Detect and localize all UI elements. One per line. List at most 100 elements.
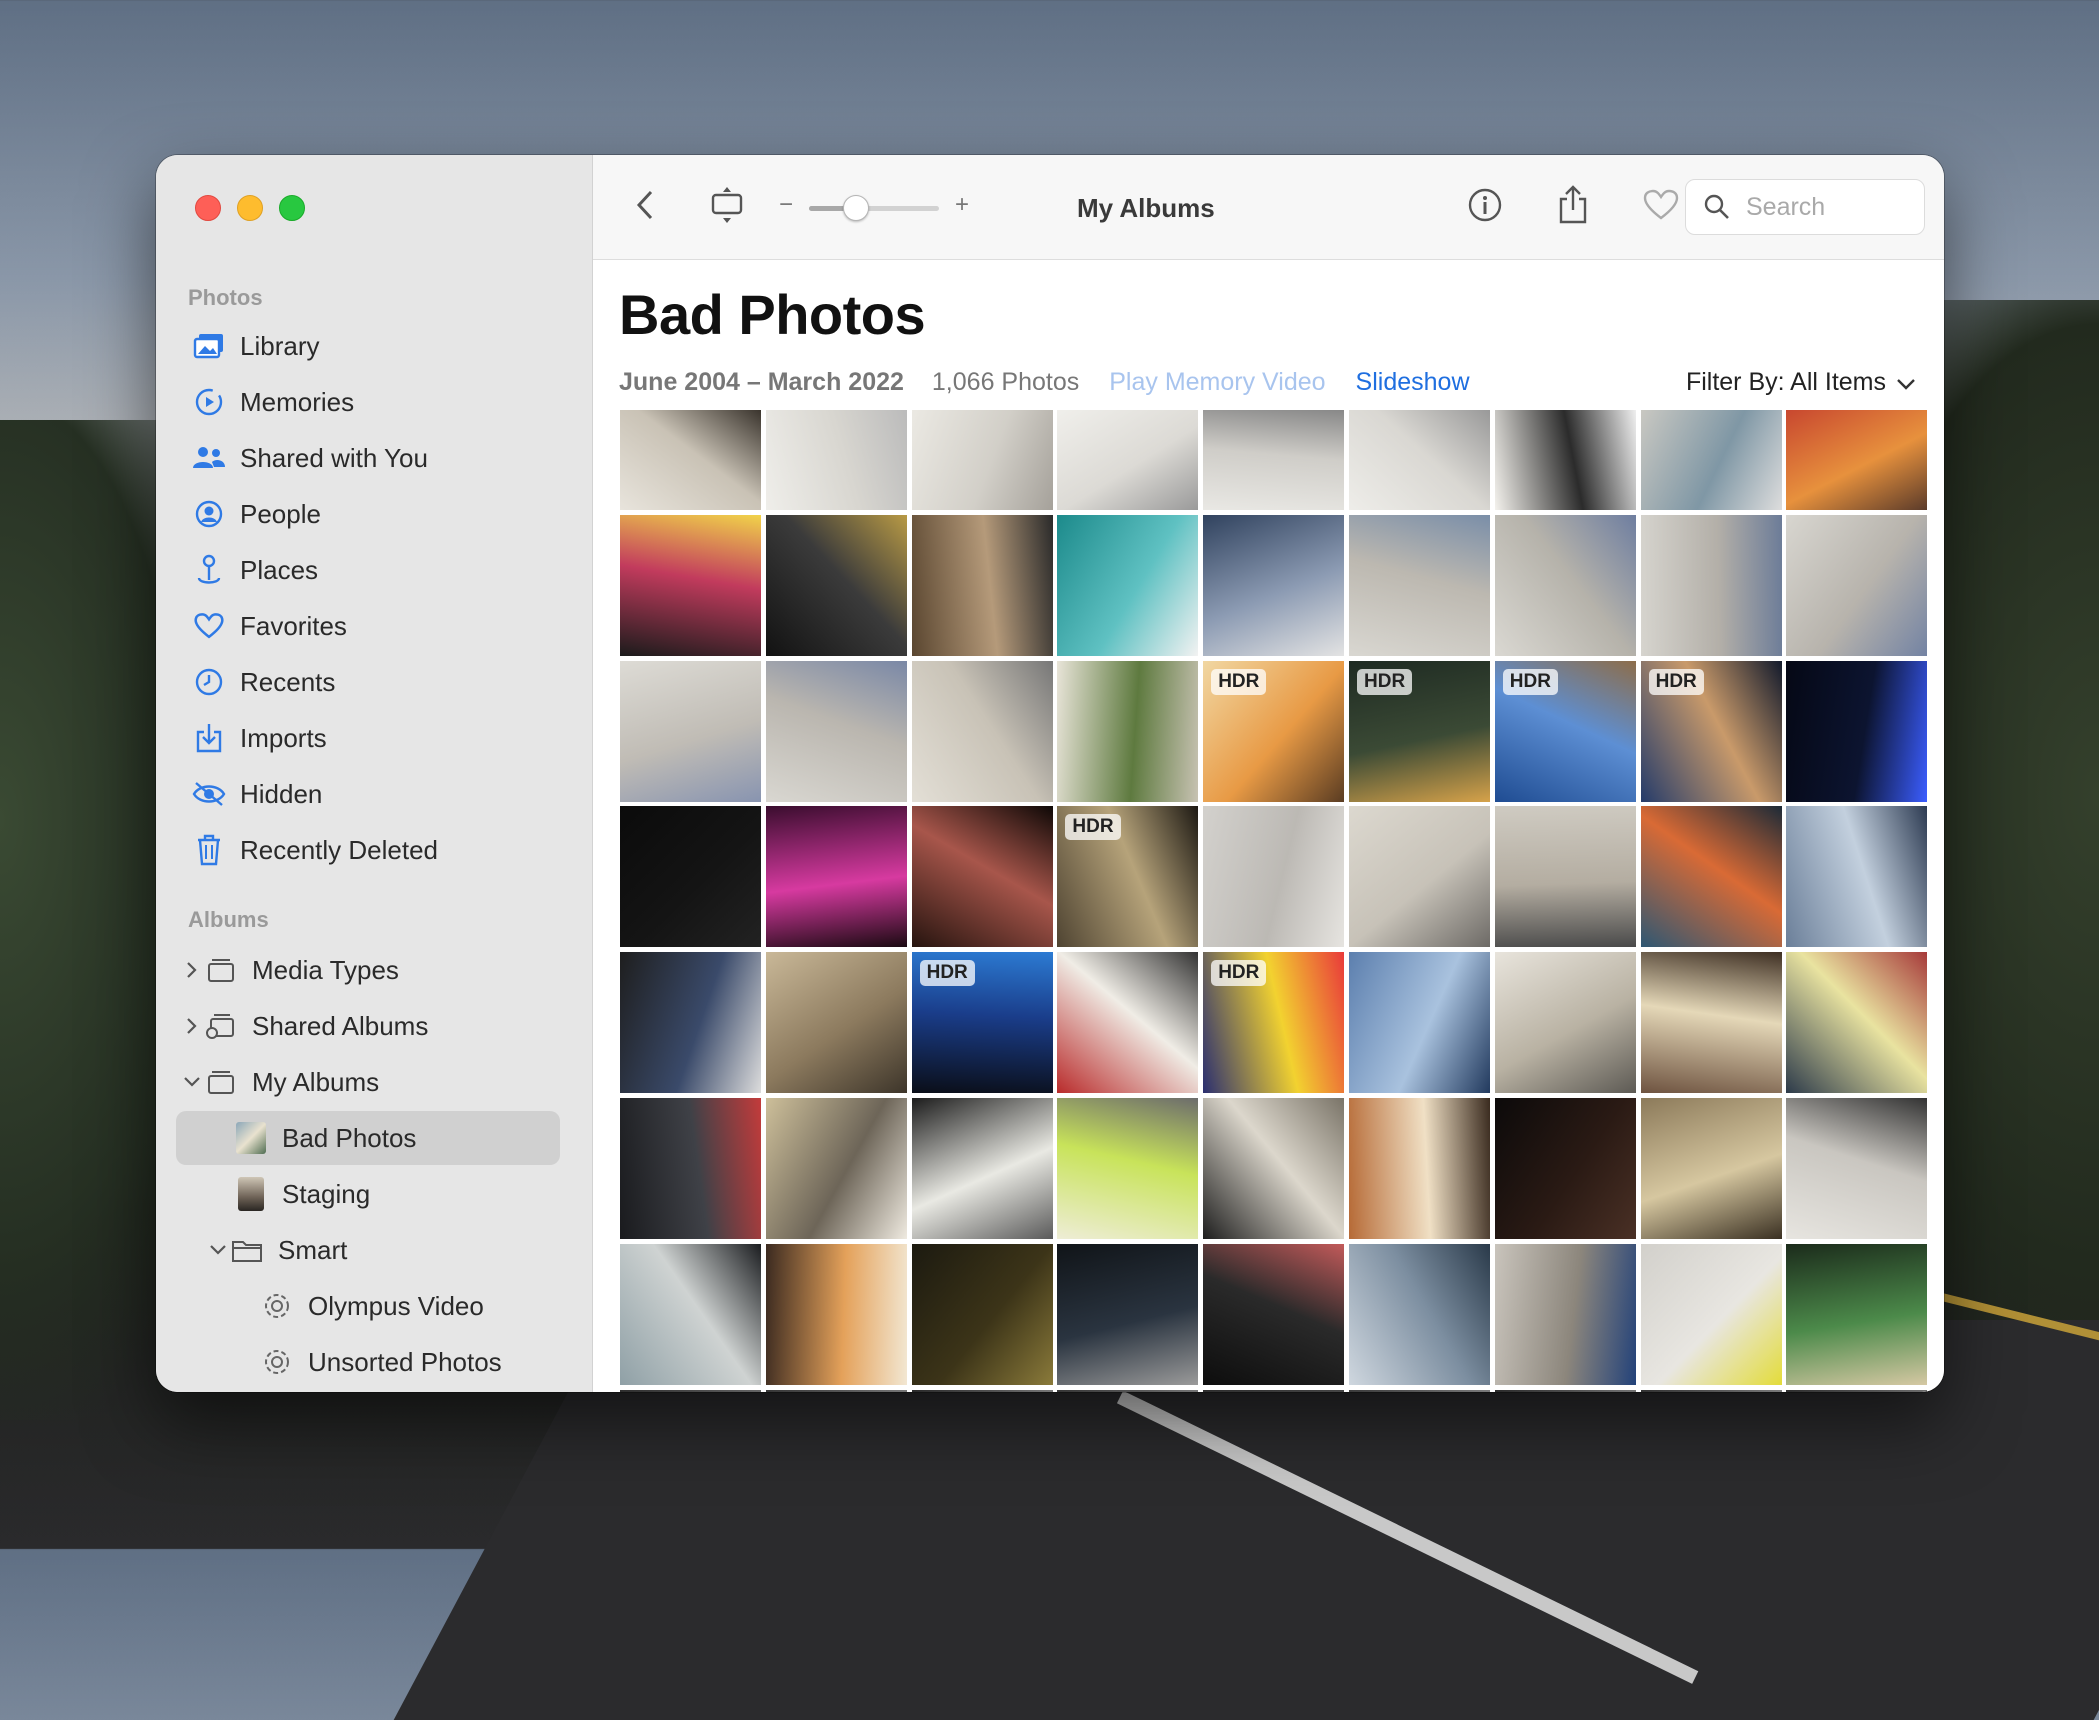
photo-thumbnail[interactable] — [1786, 1098, 1928, 1239]
sidebar-item-memories[interactable]: Memories — [176, 375, 560, 429]
photo-thumbnail[interactable] — [1349, 410, 1490, 510]
sidebar-item-media-types[interactable]: Media Types — [176, 943, 560, 997]
photo-thumbnail[interactable] — [1203, 1389, 1345, 1392]
chevron-down-icon[interactable] — [182, 1076, 202, 1088]
photo-thumbnail[interactable] — [620, 514, 761, 656]
photo-thumbnail[interactable] — [620, 806, 761, 948]
photo-thumbnail[interactable] — [1057, 1389, 1199, 1392]
back-button[interactable] — [623, 185, 667, 229]
sidebar-item-my-albums[interactable]: My Albums — [176, 1055, 560, 1109]
photo-thumbnail[interactable] — [1640, 1243, 1782, 1385]
photo-thumbnail[interactable]: HDR — [1494, 660, 1636, 802]
photo-thumbnail[interactable] — [911, 410, 1053, 510]
photo-thumbnail[interactable] — [1203, 514, 1345, 656]
photo-thumbnail[interactable]: HDR — [911, 952, 1053, 1094]
photo-thumbnail[interactable] — [765, 1389, 907, 1392]
photo-thumbnail[interactable] — [1640, 410, 1782, 510]
photo-thumbnail[interactable] — [1494, 1243, 1636, 1385]
photo-thumbnail[interactable] — [765, 806, 907, 948]
sidebar-item-favorites[interactable]: Favorites — [176, 599, 560, 653]
photo-thumbnail[interactable] — [620, 660, 761, 802]
photo-thumbnail[interactable] — [765, 1243, 907, 1385]
photo-thumbnail[interactable] — [1494, 806, 1636, 948]
sidebar-item-recently-deleted[interactable]: Recently Deleted — [176, 823, 560, 877]
photo-thumbnail[interactable] — [765, 410, 907, 510]
fit-view-button[interactable] — [705, 185, 749, 229]
info-button[interactable] — [1463, 185, 1507, 229]
sidebar-item-unsorted-photos[interactable]: Unsorted Photos — [176, 1335, 560, 1389]
photo-thumbnail[interactable]: HDR — [1203, 952, 1345, 1094]
photo-thumbnail[interactable] — [620, 952, 761, 1094]
sidebar-item-bad-photos[interactable]: Bad Photos — [176, 1111, 560, 1165]
photo-thumbnail[interactable] — [1786, 410, 1928, 510]
photo-thumbnail[interactable] — [1494, 410, 1636, 510]
share-button[interactable] — [1551, 184, 1595, 229]
photo-thumbnail[interactable] — [1640, 806, 1782, 948]
chevron-down-icon[interactable] — [208, 1244, 228, 1256]
fullscreen-window-button[interactable] — [279, 195, 305, 221]
zoom-slider-knob[interactable] — [842, 195, 869, 221]
photo-thumbnail[interactable] — [1786, 660, 1928, 802]
photo-thumbnail[interactable]: HDR — [1349, 660, 1490, 802]
photo-thumbnail[interactable] — [1786, 806, 1928, 948]
photo-thumbnail[interactable] — [1203, 1098, 1345, 1239]
photo-thumbnail[interactable] — [1640, 1098, 1782, 1239]
photo-thumbnail[interactable] — [1640, 514, 1782, 656]
photo-thumbnail[interactable] — [620, 1243, 761, 1385]
photo-thumbnail[interactable] — [1057, 1098, 1199, 1239]
photo-thumbnail[interactable] — [1203, 806, 1345, 948]
photo-thumbnail[interactable] — [1057, 410, 1199, 510]
photo-thumbnail[interactable] — [911, 660, 1053, 802]
photo-thumbnail[interactable] — [765, 660, 907, 802]
photo-thumbnail[interactable] — [1640, 952, 1782, 1094]
photo-thumbnail[interactable] — [911, 1389, 1053, 1392]
photo-thumbnail[interactable] — [1494, 952, 1636, 1094]
photo-thumbnail[interactable] — [1057, 514, 1199, 656]
photo-thumbnail[interactable] — [1494, 1389, 1636, 1392]
photo-thumbnail[interactable] — [620, 1389, 761, 1392]
photo-thumbnail[interactable] — [620, 410, 761, 510]
photo-thumbnail[interactable] — [1640, 1389, 1782, 1392]
photo-thumbnail[interactable] — [1786, 1243, 1928, 1385]
photo-thumbnail[interactable] — [1057, 952, 1199, 1094]
photo-thumbnail[interactable] — [1349, 1243, 1490, 1385]
sidebar-item-people[interactable]: People — [176, 487, 560, 541]
chevron-right-icon[interactable] — [182, 961, 202, 979]
play-memory-video-button[interactable]: Play Memory Video — [1109, 368, 1325, 397]
photo-thumbnail[interactable] — [911, 1098, 1053, 1239]
chevron-right-icon[interactable] — [182, 1017, 202, 1035]
zoom-slider[interactable] — [809, 195, 939, 221]
sidebar-item-imports[interactable]: Imports — [176, 711, 560, 765]
photo-thumbnail[interactable] — [1057, 660, 1199, 802]
photo-thumbnail[interactable] — [1786, 514, 1928, 656]
minimize-window-button[interactable] — [237, 195, 263, 221]
photo-thumbnail[interactable] — [911, 806, 1053, 948]
photo-thumbnail[interactable] — [765, 952, 907, 1094]
sidebar-item-staging[interactable]: Staging — [176, 1167, 560, 1221]
sidebar-item-smart-folder[interactable]: Smart — [176, 1223, 560, 1277]
photo-thumbnail[interactable] — [911, 514, 1053, 656]
zoom-in-button[interactable]: + — [955, 191, 969, 219]
sidebar-item-shared-albums[interactable]: Shared Albums — [176, 999, 560, 1053]
photo-thumbnail[interactable] — [1349, 806, 1490, 948]
photo-thumbnail[interactable]: HDR — [1640, 660, 1782, 802]
photo-thumbnail[interactable] — [1349, 1389, 1490, 1392]
photo-thumbnail[interactable] — [1203, 1243, 1345, 1385]
sidebar-item-recents[interactable]: Recents — [176, 655, 560, 709]
search-field[interactable] — [1685, 179, 1925, 235]
photo-thumbnail[interactable] — [1786, 1389, 1928, 1392]
photo-thumbnail[interactable] — [1494, 1098, 1636, 1239]
photo-thumbnail[interactable] — [1057, 1243, 1199, 1385]
sidebar-item-olympus-video[interactable]: Olympus Video — [176, 1279, 560, 1333]
photo-thumbnail[interactable] — [620, 1098, 761, 1239]
photo-thumbnail[interactable] — [1786, 952, 1928, 1094]
photo-thumbnail[interactable] — [911, 1243, 1053, 1385]
zoom-out-button[interactable]: − — [779, 191, 793, 219]
photo-thumbnail[interactable] — [1349, 514, 1490, 656]
photo-thumbnail[interactable]: HDR — [1203, 660, 1345, 802]
photo-thumbnail[interactable] — [1494, 514, 1636, 656]
photo-thumbnail[interactable] — [1349, 1098, 1490, 1239]
favorite-button[interactable] — [1639, 185, 1683, 229]
photo-thumbnail[interactable]: HDR — [1057, 806, 1199, 948]
slideshow-button[interactable]: Slideshow — [1356, 368, 1470, 397]
